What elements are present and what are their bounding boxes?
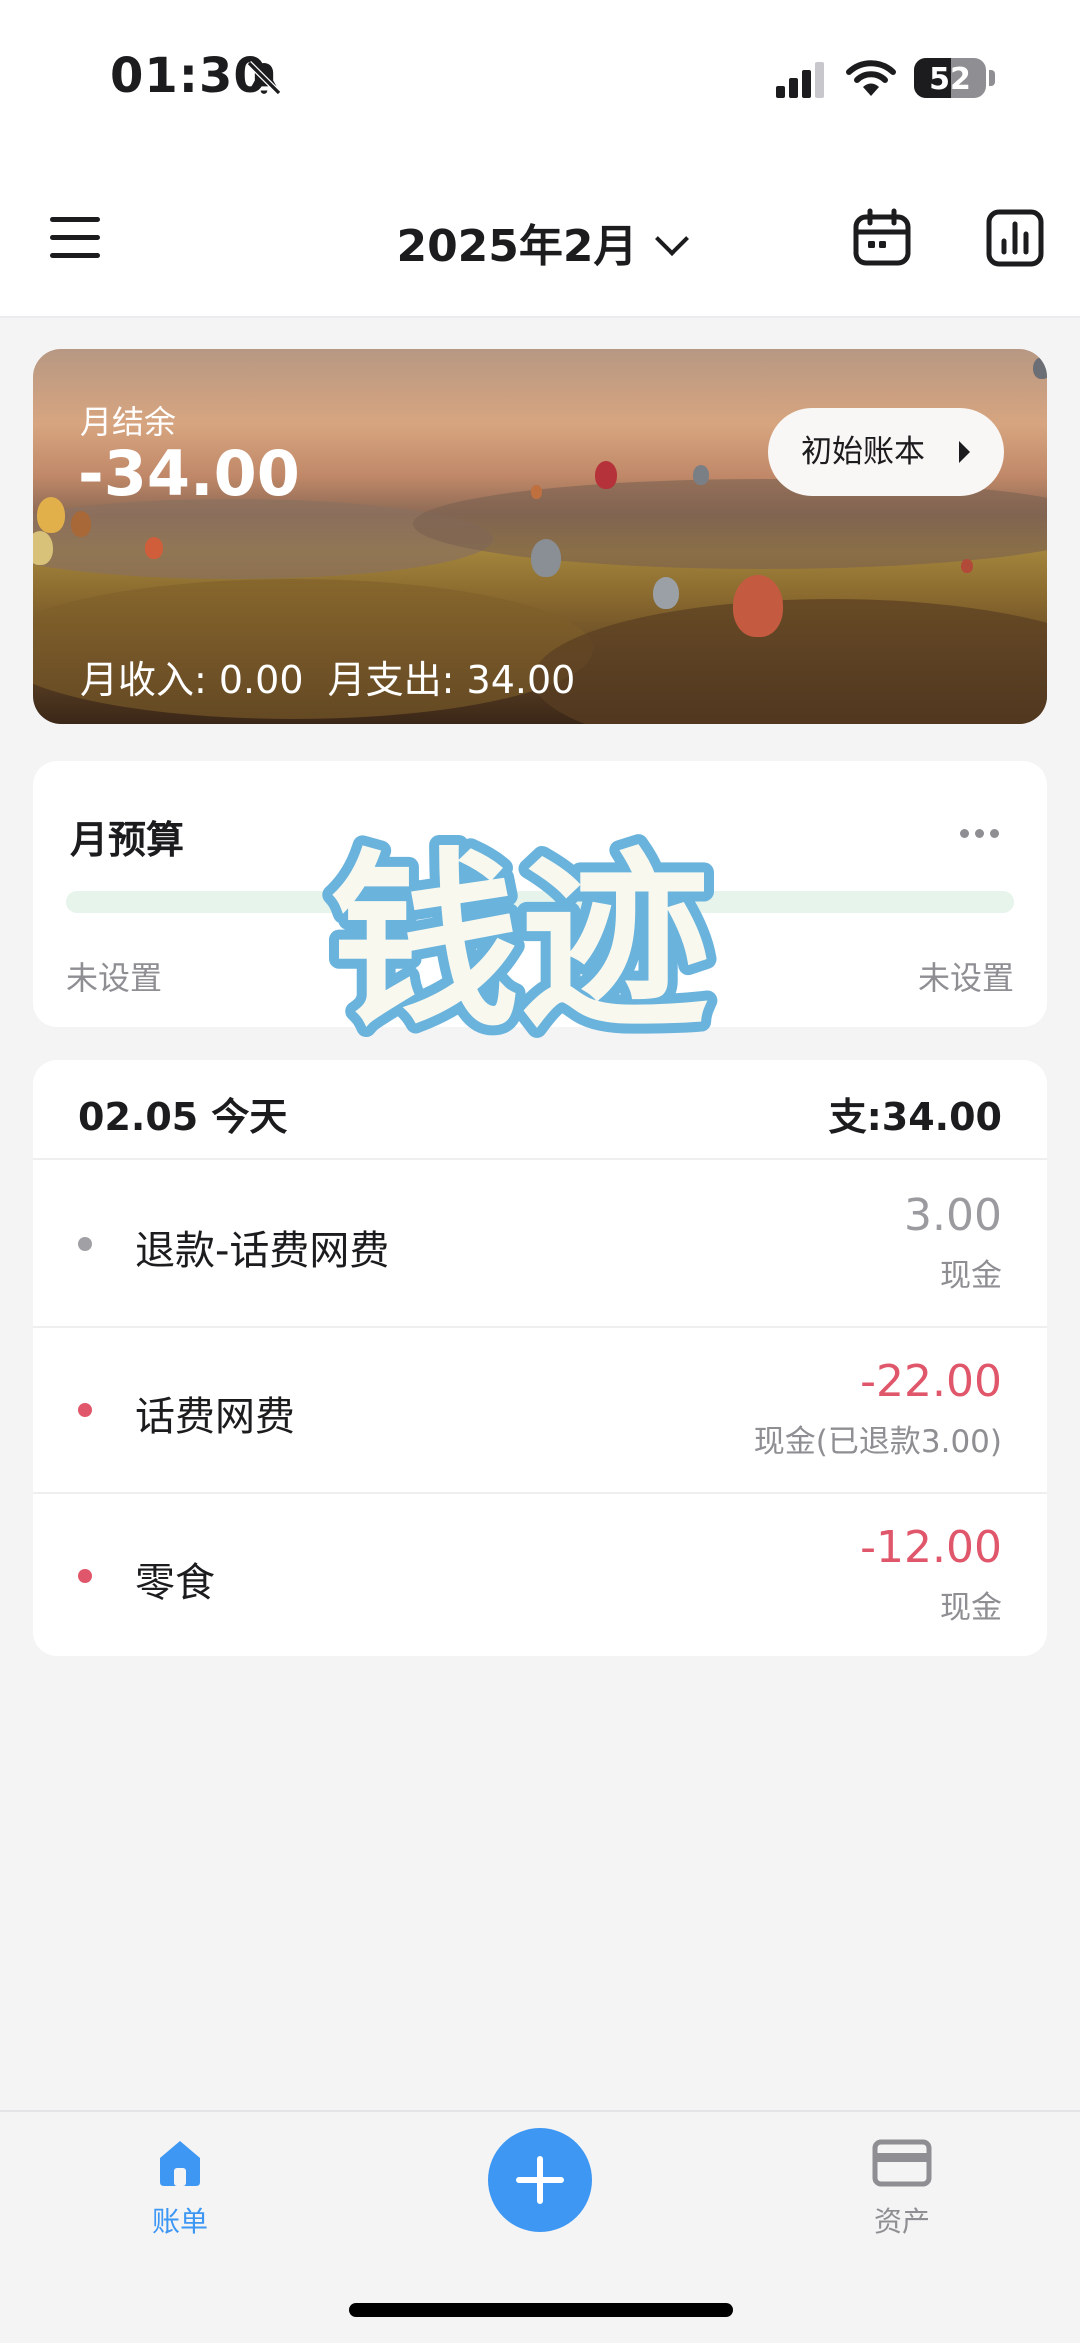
- triangle-right-icon: [959, 441, 970, 463]
- monthly-summary-banner: 月结余 -34.00 初始账本 月收入: 0.00 月支出: 34.00: [33, 349, 1047, 724]
- transaction-row[interactable]: 零食 -12.00 现金: [33, 1492, 1047, 1658]
- app-header: 2025年2月: [0, 160, 1080, 318]
- app-name-watermark: 钱迹: [320, 822, 720, 1063]
- credit-card-icon: [872, 2139, 932, 2187]
- initial-book-button[interactable]: 初始账本: [768, 408, 1004, 496]
- statistics-chart-icon[interactable]: [985, 208, 1045, 268]
- transaction-account: 现金: [940, 1590, 1002, 1626]
- transaction-row[interactable]: 退款-话费网费 3.00 现金: [33, 1160, 1047, 1328]
- battery-level: 52: [929, 62, 971, 97]
- month-selector[interactable]: 2025年2月: [0, 210, 1080, 274]
- budget-total-status: 未设置: [917, 959, 1014, 997]
- transaction-name: 退款-话费网费: [135, 1228, 390, 1274]
- category-dot: [78, 1569, 92, 1583]
- chevron-down-icon: [654, 222, 689, 256]
- tab-assets-label: 资产: [873, 2205, 930, 2238]
- transaction-amount: 3.00: [904, 1190, 1002, 1241]
- cellular-signal-icon: [776, 62, 824, 98]
- add-record-button[interactable]: [488, 2128, 592, 2232]
- budget-used-status: 未设置: [66, 959, 163, 997]
- calendar-icon[interactable]: [852, 208, 912, 268]
- battery-tip: [989, 70, 995, 86]
- home-icon: [160, 2141, 200, 2186]
- transaction-name: 零食: [135, 1560, 215, 1606]
- battery-icon: 52: [914, 58, 986, 98]
- daily-transactions-card: 02.05 今天 支:34.00 退款-话费网费 3.00 现金 话费网费 -2…: [33, 1060, 1047, 1656]
- watermark-text: 钱迹: [330, 832, 710, 1053]
- category-dot: [78, 1237, 92, 1251]
- tab-bills[interactable]: 账单: [100, 2136, 260, 2240]
- transaction-amount: -12.00: [860, 1522, 1002, 1573]
- tab-assets[interactable]: 资产: [822, 2136, 982, 2240]
- transaction-account: 现金(已退款3.00): [753, 1424, 1002, 1460]
- day-date: 02.05 今天: [78, 1095, 288, 1139]
- transaction-account: 现金: [940, 1258, 1002, 1294]
- category-dot: [78, 1403, 92, 1417]
- month-title: 2025年2月: [396, 221, 638, 272]
- bell-muted-icon: [246, 60, 282, 96]
- initial-book-label: 初始账本: [801, 434, 925, 470]
- transaction-name: 话费网费: [135, 1394, 295, 1440]
- monthly-balance-value: -34.00: [78, 437, 300, 510]
- day-expense-total: 支:34.00: [828, 1095, 1002, 1139]
- wifi-icon: [846, 60, 896, 96]
- transaction-amount: -22.00: [860, 1356, 1002, 1407]
- day-header: 02.05 今天 支:34.00: [33, 1060, 1047, 1160]
- status-bar: 01:30 52: [0, 0, 1080, 160]
- home-indicator: [349, 2303, 733, 2317]
- tab-bills-label: 账单: [151, 2205, 208, 2238]
- income-expense-summary: 月收入: 0.00 月支出: 34.00: [80, 658, 576, 702]
- budget-title: 月预算: [70, 818, 185, 862]
- transaction-row[interactable]: 话费网费 -22.00 现金(已退款3.00): [33, 1326, 1047, 1494]
- more-options-icon[interactable]: [954, 823, 999, 842]
